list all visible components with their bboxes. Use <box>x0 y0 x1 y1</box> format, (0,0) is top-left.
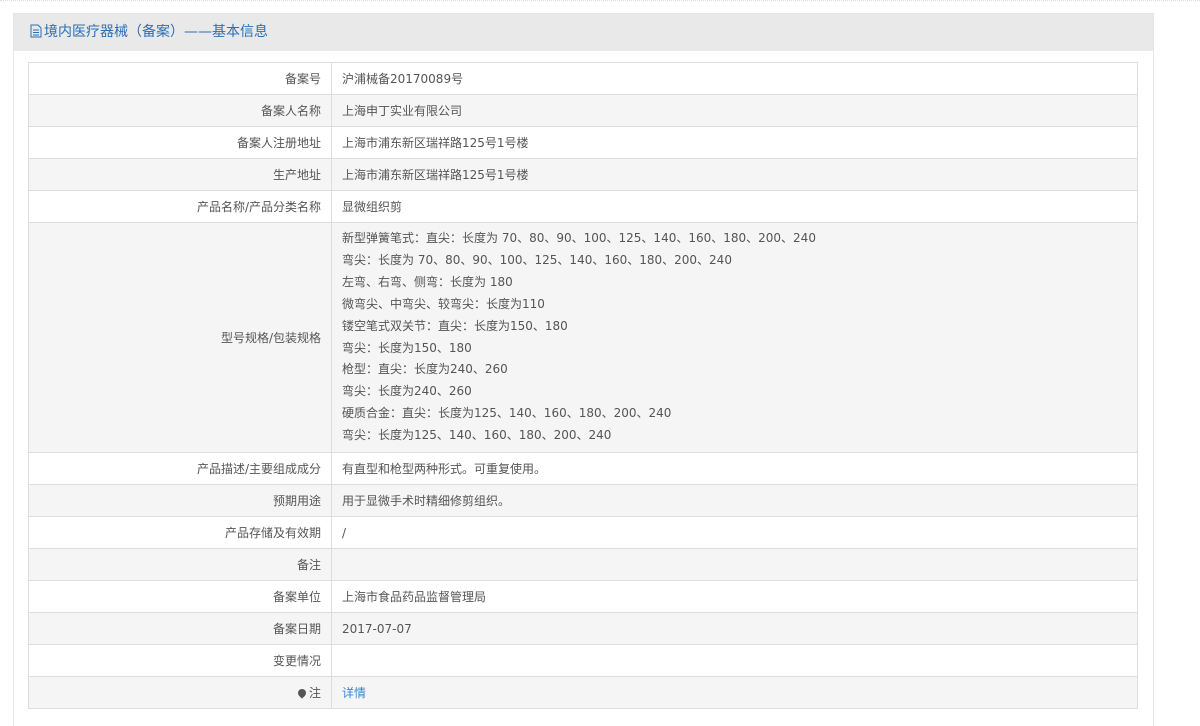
table-row: 备案人名称 上海申丁实业有限公司 <box>28 94 1138 127</box>
row-label-text: 产品名称/产品分类名称 <box>196 200 321 214</box>
table-row: 产品描述/主要组成成分 有直型和枪型两种形式。可重复使用。 <box>28 452 1138 486</box>
row-label-text: 注 <box>308 686 321 701</box>
row-label: 生产地址 <box>28 158 332 191</box>
table-row: 产品名称/产品分类名称 显微组织剪 <box>28 190 1138 223</box>
table-row: 备案人注册地址 上海市浦东新区瑞祥路125号1号楼 <box>28 126 1138 159</box>
row-label: 备案人名称 <box>28 94 332 127</box>
row-value: 上海申丁实业有限公司 <box>331 94 1138 127</box>
panel-header: 境内医疗器械（备案）——基本信息 <box>14 14 1153 51</box>
row-value: 上海市浦东新区瑞祥路125号1号楼 <box>331 158 1138 191</box>
spec-line: 左弯、右弯、侧弯：长度为 180 <box>342 274 513 289</box>
spec-line: 镂空笔式双关节：直尖：长度为150、180 <box>342 318 568 333</box>
row-label: 变更情况 <box>28 644 332 678</box>
row-value: 新型弹簧笔式：直尖：长度为 70、80、90、100、125、140、160、1… <box>331 221 1138 454</box>
row-value: 详情 <box>331 676 1138 710</box>
table-row: 备案单位 上海市食品药品监督管理局 <box>28 580 1138 614</box>
document-icon <box>30 24 42 38</box>
info-table: 备案号 沪浦械备20170089号 备案人名称 上海申丁实业有限公司 备案人注册地址 上海… <box>28 62 1138 710</box>
row-value: 上海市浦东新区瑞祥路125号1号楼 <box>331 126 1138 159</box>
table-row: 备案日期 2017-07-07 <box>28 612 1138 646</box>
table-row: 注 详情 <box>28 676 1138 710</box>
spec-line: 弯尖：长度为240、260 <box>342 384 472 399</box>
row-label: 注 <box>28 676 332 710</box>
spec-line: 弯尖：长度为125、140、160、180、200、240 <box>342 428 612 443</box>
row-label: 备案日期 <box>28 612 332 646</box>
row-value: 有直型和枪型两种形式。可重复使用。 <box>331 452 1138 486</box>
row-label-text: 备案人注册地址 <box>236 136 321 150</box>
row-label: 型号规格/包装规格 <box>28 221 332 454</box>
panel-title: 境内医疗器械（备案）——基本信息 <box>44 24 268 40</box>
row-label-text: 生产地址 <box>272 168 321 182</box>
row-label-text: 备案人名称 <box>260 104 321 118</box>
table-row: 备案号 沪浦械备20170089号 <box>28 62 1138 95</box>
row-value <box>331 548 1138 582</box>
row-value-text: 上海市食品药品监督管理局 <box>342 590 487 605</box>
info-panel: 境内医疗器械（备案）——基本信息 备案号 沪浦械备20170089号 备案人名称 上海… <box>13 13 1154 726</box>
row-value: 上海市食品药品监督管理局 <box>331 580 1138 614</box>
spec-line: 硬质合金：直尖：长度为125、140、160、180、200、240 <box>342 406 672 421</box>
table-row: 生产地址 上海市浦东新区瑞祥路125号1号楼 <box>28 158 1138 191</box>
row-value: 2017-07-07 <box>331 612 1138 646</box>
spec-line: 弯尖：长度为 70、80、90、100、125、140、160、180、200、… <box>342 252 732 267</box>
row-label-text: 型号规格/包装规格 <box>220 331 321 346</box>
row-label: 预期用途 <box>28 484 332 518</box>
row-label: 备注 <box>28 548 332 582</box>
row-value-text: 上海市浦东新区瑞祥路125号1号楼 <box>342 136 529 150</box>
row-label-text: 预期用途 <box>272 494 321 509</box>
row-value-text: 上海市浦东新区瑞祥路125号1号楼 <box>342 168 529 182</box>
row-label: 产品描述/主要组成成分 <box>28 452 332 486</box>
row-label-text: 产品存储及有效期 <box>224 526 321 541</box>
row-label: 备案单位 <box>28 580 332 614</box>
row-label: 备案人注册地址 <box>28 126 332 159</box>
table-row: 产品存储及有效期 / <box>28 516 1138 550</box>
spec-line: 弯尖：长度为150、180 <box>342 340 472 355</box>
row-value-text: / <box>342 525 347 540</box>
row-label-text: 备案号 <box>284 72 321 86</box>
spec-line: 新型弹簧笔式：直尖：长度为 70、80、90、100、125、140、160、1… <box>342 231 816 245</box>
row-value: / <box>331 516 1138 550</box>
row-value: 显微组织剪 <box>331 190 1138 223</box>
details-link[interactable]: 详情 <box>342 686 366 700</box>
row-label-text: 备案单位 <box>272 590 321 605</box>
spec-line: 微弯尖、中弯尖、较弯尖：长度为110 <box>342 296 545 311</box>
table-row: 备注 <box>28 548 1138 582</box>
table-row: 变更情况 <box>28 644 1138 678</box>
row-value-text: 2017-07-07 <box>342 621 412 636</box>
row-label-text: 变更情况 <box>272 654 321 669</box>
row-value-text: 上海申丁实业有限公司 <box>342 104 463 118</box>
row-value: 用于显微手术时精细修剪组织。 <box>331 484 1138 518</box>
spec-line: 枪型：直尖：长度为240、260 <box>342 362 508 377</box>
row-label-text: 备案日期 <box>272 622 321 637</box>
row-value-text: 显微组织剪 <box>342 200 403 214</box>
row-value: 沪浦械备20170089号 <box>331 62 1138 95</box>
row-label: 产品名称/产品分类名称 <box>28 190 332 223</box>
top-border <box>0 0 1200 3</box>
row-value-text: 用于显微手术时精细修剪组织。 <box>342 494 511 509</box>
row-label-text: 产品描述/主要组成成分 <box>196 462 321 477</box>
table-row: 预期用途 用于显微手术时精细修剪组织。 <box>28 484 1138 518</box>
row-label-text: 备注 <box>296 558 321 573</box>
row-value-text: 有直型和枪型两种形式。可重复使用。 <box>342 462 547 477</box>
row-label: 产品存储及有效期 <box>28 516 332 550</box>
table-row: 型号规格/包装规格 新型弹簧笔式：直尖：长度为 70、80、90、100、125、… <box>28 221 1138 454</box>
row-value-text: 沪浦械备20170089号 <box>342 72 464 86</box>
row-label: 备案号 <box>28 62 332 95</box>
pin-icon <box>296 687 308 699</box>
row-value <box>331 644 1138 678</box>
